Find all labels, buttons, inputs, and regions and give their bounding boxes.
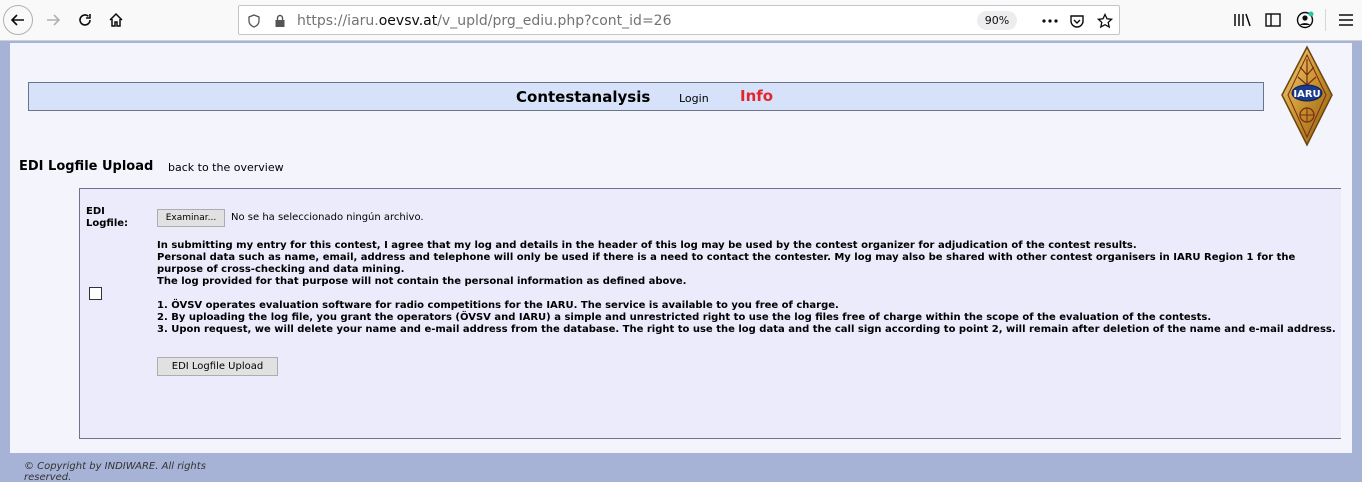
- edi-logfile-upload-button[interactable]: EDI Logfile Upload: [157, 357, 278, 376]
- reload-button[interactable]: [70, 5, 100, 35]
- account-icon[interactable]: [1293, 8, 1317, 32]
- arrow-left-icon: [10, 14, 24, 26]
- zoom-indicator[interactable]: 90%: [977, 11, 1017, 30]
- consent-paragraph: In submitting my entry for this contest,…: [157, 240, 1296, 287]
- file-status-text: No se ha seleccionado ningún archivo.: [231, 212, 424, 223]
- browser-toolbar: https://iaru.oevsv.at/v_upld/prg_ediu.ph…: [0, 0, 1362, 41]
- shield-icon[interactable]: [243, 10, 265, 32]
- back-to-overview-link[interactable]: back to the overview: [168, 161, 284, 174]
- terms-point-1: 1. ÖVSV operates evaluation software for…: [157, 300, 839, 311]
- url-text[interactable]: https://iaru.oevsv.at/v_upld/prg_ediu.ph…: [297, 13, 672, 29]
- address-bar[interactable]: https://iaru.oevsv.at/v_upld/prg_ediu.ph…: [238, 5, 1120, 35]
- browse-file-button[interactable]: Examinar...: [157, 209, 225, 227]
- forward-button[interactable]: [38, 5, 68, 35]
- login-link[interactable]: Login: [679, 92, 709, 105]
- terms-point-3: 3. Upon request, we will delete your nam…: [157, 324, 1336, 335]
- hamburger-menu-icon[interactable]: [1334, 8, 1358, 32]
- page-heading: EDI Logfile Upload: [19, 159, 154, 174]
- info-link[interactable]: Info: [740, 87, 773, 105]
- terms-text: In submitting my entry for this contest,…: [157, 240, 1337, 336]
- back-button[interactable]: [3, 5, 33, 35]
- logo-text: IARU: [1293, 89, 1320, 100]
- consent-checkbox[interactable]: [89, 287, 102, 300]
- page-content: Contestanalysis Login Info IARU EDI Logf…: [10, 43, 1352, 453]
- library-icon[interactable]: [1230, 8, 1254, 32]
- toolbar-separator: [1325, 9, 1326, 31]
- iaru-logo: IARU: [1280, 45, 1334, 147]
- footer-company: INDIWARE.: [104, 461, 159, 472]
- reload-icon: [79, 14, 91, 26]
- site-title: Contestanalysis: [516, 88, 651, 106]
- top-navbar: Contestanalysis Login Info: [28, 82, 1264, 111]
- home-button[interactable]: [101, 5, 131, 35]
- pocket-icon[interactable]: [1066, 10, 1088, 32]
- more-actions-icon[interactable]: [1039, 10, 1061, 32]
- edi-logfile-label: EDI Logfile:: [86, 206, 128, 230]
- upload-form: EDI Logfile: Examinar... No se ha selecc…: [79, 188, 1341, 439]
- copyright-footer: © Copyright by INDIWARE. All rights rese…: [24, 461, 250, 482]
- footer-prefix: © Copyright by: [24, 461, 105, 472]
- terms-point-2: 2. By uploading the log file, you grant …: [157, 312, 1212, 323]
- lock-icon[interactable]: [269, 10, 291, 32]
- sidebar-toggle-icon[interactable]: [1261, 8, 1285, 32]
- edi-label-line1: EDI: [86, 206, 105, 217]
- home-icon: [109, 12, 123, 27]
- edi-label-line2: Logfile:: [86, 218, 129, 229]
- arrow-right-icon: [47, 14, 61, 26]
- bookmark-star-icon[interactable]: [1094, 10, 1116, 32]
